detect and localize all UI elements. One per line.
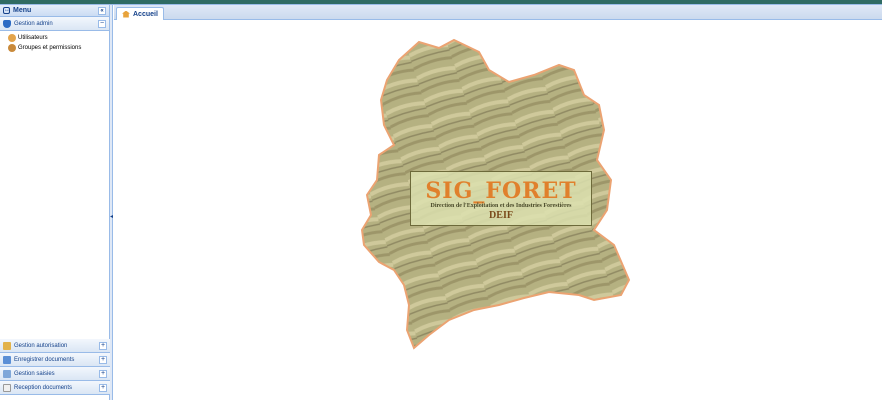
main-panel: Accueil SIG_FORET Direction de l'Exploit… — [114, 5, 882, 400]
users-icon — [8, 44, 16, 52]
accordion-label: Reception documents — [14, 384, 73, 391]
expand-section-button[interactable]: + — [99, 384, 107, 392]
inbox-icon — [3, 383, 11, 392]
sidebar-menu: ↔ Menu « Gestion admin − Utilisateurs Gr… — [0, 5, 110, 400]
menu-icon: ↔ — [3, 7, 10, 14]
tree-item-utilisateurs[interactable]: Utilisateurs — [0, 33, 109, 43]
sidebar-title: Menu — [13, 7, 32, 14]
admin-tree: Utilisateurs Groupes et permissions — [0, 31, 109, 53]
folder-icon — [3, 369, 11, 378]
expand-section-button[interactable]: + — [99, 370, 107, 378]
user-icon — [8, 34, 16, 42]
tree-item-label: Groupes et permissions — [18, 45, 82, 51]
accordion-reception-documents[interactable]: Reception documents + — [0, 381, 110, 395]
tree-item-groupes-permissions[interactable]: Groupes et permissions — [0, 43, 109, 53]
accordion-label: Enregistrer documents — [14, 356, 75, 363]
app-subtitle: Direction de l'Exploitation et des Indus… — [430, 203, 572, 209]
collapse-section-button[interactable]: − — [98, 20, 106, 28]
accordion-enregistrer-documents[interactable]: Enregistrer documents + — [0, 353, 110, 367]
tab-strip: Accueil — [114, 5, 882, 20]
accordion-label: Gestion admin — [14, 20, 53, 27]
key-icon — [3, 341, 11, 350]
accordion-gestion-saisies[interactable]: Gestion saisies + — [0, 367, 110, 381]
sidebar-collapse-button[interactable]: « — [98, 7, 106, 15]
sidebar-header: ↔ Menu « — [0, 5, 109, 17]
sidebar-splitter[interactable]: ◂ — [110, 5, 113, 400]
home-content: SIG_FORET Direction de l'Exploitation et… — [114, 20, 882, 400]
accordion-gestion-autorisation[interactable]: Gestion autorisation + — [0, 339, 110, 353]
bottom-accordions: Gestion autorisation + Enregistrer docum… — [0, 339, 110, 395]
splitter-arrow-icon[interactable]: ◂ — [110, 213, 113, 221]
splash-title-box: SIG_FORET Direction de l'Exploitation et… — [410, 171, 592, 226]
accordion-label: Gestion autorisation — [14, 342, 68, 349]
shield-icon — [3, 19, 11, 28]
expand-section-button[interactable]: + — [99, 342, 107, 350]
tree-item-label: Utilisateurs — [18, 35, 48, 41]
tab-label: Accueil — [133, 10, 158, 18]
accordion-gestion-admin[interactable]: Gestion admin − — [0, 17, 109, 31]
expand-section-button[interactable]: + — [99, 356, 107, 364]
tab-accueil[interactable]: Accueil — [116, 7, 164, 20]
app-abbreviation: DEIF — [489, 210, 513, 221]
app-title: SIG_FORET — [425, 178, 577, 204]
accordion-label: Gestion saisies — [14, 370, 55, 377]
home-icon — [122, 10, 130, 18]
document-icon — [3, 355, 11, 364]
